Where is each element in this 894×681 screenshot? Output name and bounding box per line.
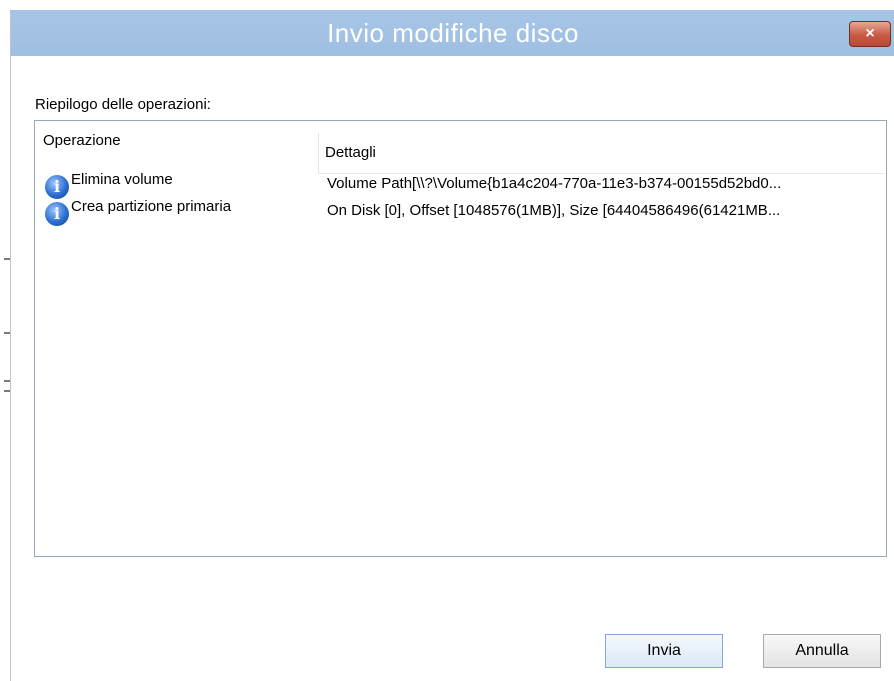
disk-changes-dialog: Invio modifiche disco × Riepilogo delle …: [10, 10, 894, 681]
close-icon: ×: [865, 25, 875, 42]
list-item[interactable]: i Elimina volume Volume Path[\\?\Volume{…: [41, 171, 881, 199]
list-item[interactable]: i Crea partizione primaria On Disk [0], …: [41, 198, 881, 226]
close-button[interactable]: ×: [849, 21, 891, 47]
summary-label: Riepilogo delle operazioni:: [35, 96, 211, 113]
cancel-button[interactable]: Annulla: [763, 634, 881, 668]
operation-details: Volume Path[\\?\Volume{b1a4c204-770a-11e…: [327, 175, 782, 192]
operations-list[interactable]: Operazione Dettagli i Elimina volume Vol…: [34, 120, 887, 557]
window-title: Invio modifiche disco: [327, 18, 579, 48]
operation-details: On Disk [0], Offset [1048576(1MB)], Size…: [327, 202, 781, 219]
send-button[interactable]: Invia: [605, 634, 723, 668]
info-icon: i: [45, 175, 69, 199]
column-header-details[interactable]: Dettagli: [318, 133, 885, 174]
info-icon: i: [45, 202, 69, 226]
operation-name: Crea partizione primaria: [71, 198, 232, 215]
operation-name: Elimina volume: [71, 171, 173, 188]
column-header-operation[interactable]: Operazione: [37, 127, 318, 155]
titlebar[interactable]: Invio modifiche disco ×: [11, 10, 894, 56]
